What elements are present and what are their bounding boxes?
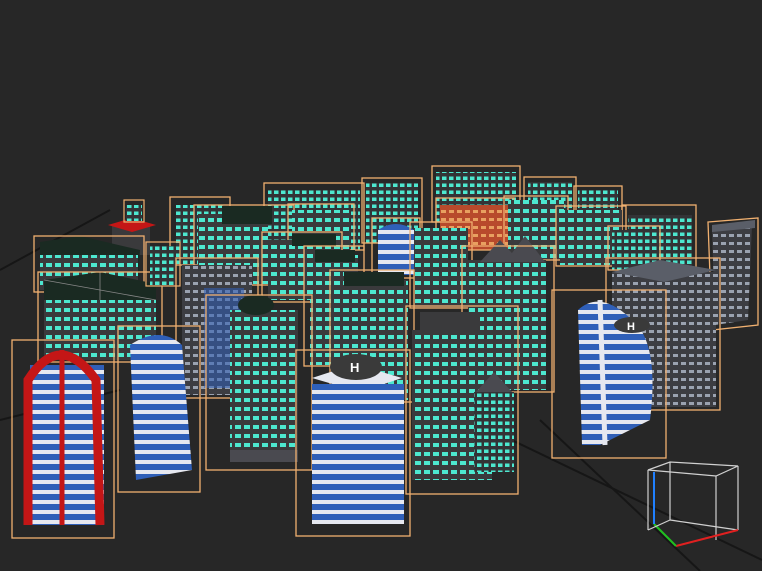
city-scene[interactable]: H H: [0, 0, 762, 571]
building-helipad-tower[interactable]: H: [295, 349, 411, 537]
helipad-label-1: H: [350, 360, 359, 375]
helipad-label-2: H: [627, 321, 635, 333]
building-mid-3[interactable]: [409, 221, 473, 309]
building-red-arch[interactable]: [11, 339, 115, 539]
y-axis: [653, 523, 677, 547]
3d-viewport[interactable]: H H: [0, 0, 762, 571]
building-mid-7[interactable]: [145, 241, 181, 287]
